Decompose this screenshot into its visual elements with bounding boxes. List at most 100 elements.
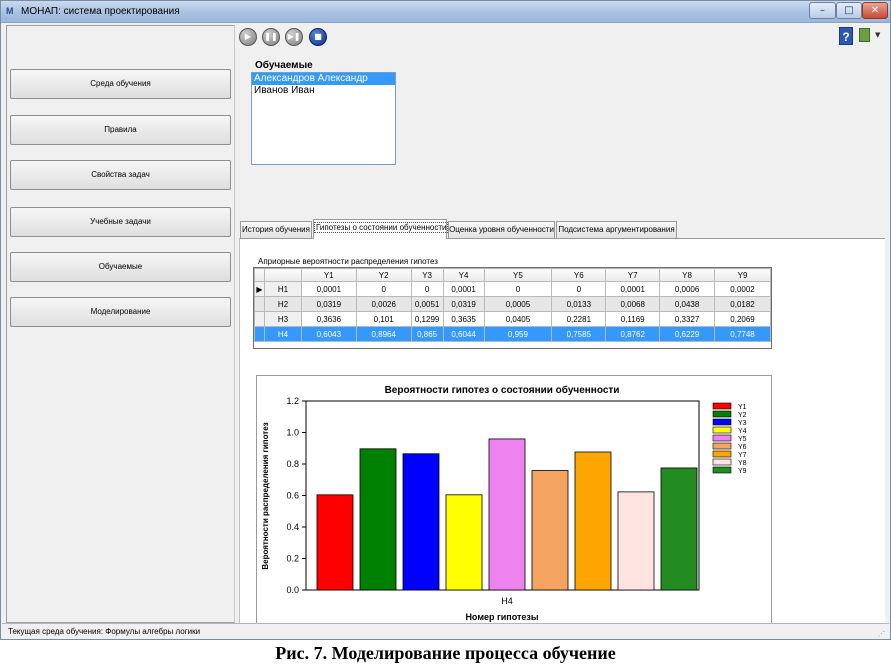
nav-learning-tasks-button[interactable]: Учебные задачи [10, 207, 231, 237]
table-row[interactable]: H3 0,3636 0,101 0,1299 0,3635 0,0405 0,2281 0,1… [254, 311, 771, 327]
legend-swatch [712, 466, 732, 474]
learners-listbox[interactable]: Александров Александр Иванов Иван [251, 72, 396, 165]
row-marker[interactable] [254, 296, 265, 312]
bar-y2 [359, 448, 397, 591]
row-marker[interactable]: ▶ [254, 281, 265, 297]
bar-y3 [402, 453, 440, 591]
nav-task-properties-button[interactable]: Свойства задач [10, 160, 231, 190]
column-header[interactable]: Y4 [442, 268, 485, 282]
tab-argumentation[interactable]: Подсистема аргументирования [556, 221, 677, 238]
row-name: H2 [263, 296, 302, 312]
table-cell[interactable]: 0,3635 [442, 311, 485, 327]
column-header[interactable]: Y2 [355, 268, 412, 282]
table-cell[interactable]: 0 [355, 281, 412, 297]
y-tick-label: 1.2 [286, 396, 299, 406]
tab-hypotheses[interactable]: Гипотезы о состоянии обученности [313, 219, 449, 239]
tab-level-assessment[interactable]: Оценка уровня обученности [448, 221, 555, 238]
maximize-button[interactable]: □ [836, 2, 862, 19]
tab-learning-history[interactable]: История обучения [240, 221, 312, 238]
column-header[interactable]: Y1 [300, 268, 357, 282]
table-cell[interactable]: 0 [483, 281, 553, 297]
document-icon[interactable] [859, 28, 870, 42]
y-tick-label: 0.2 [286, 554, 299, 564]
minimize-button[interactable]: – [809, 2, 836, 19]
table-cell[interactable]: 0,7748 [714, 326, 771, 342]
legend-swatch [712, 426, 732, 434]
legend-swatch [712, 410, 732, 418]
table-cell[interactable]: 0,8964 [355, 326, 412, 342]
table-cell[interactable]: 0,0319 [442, 296, 485, 312]
legend-swatch [712, 442, 732, 450]
table-row[interactable]: ▶ H1 0,0001 0 0 0,0001 0 0 0,0001 0,0006 0,0002 [254, 281, 771, 297]
table-cell[interactable]: 0,0005 [483, 296, 553, 312]
help-icon[interactable]: ? [839, 27, 853, 45]
table-cell[interactable]: 0,0026 [355, 296, 412, 312]
column-header[interactable]: Y6 [551, 268, 607, 282]
bar-y5 [488, 438, 526, 591]
table-cell[interactable]: 0,0001 [300, 281, 357, 297]
table-cell[interactable]: 0,0319 [300, 296, 357, 312]
table-cell[interactable]: 0,6229 [659, 326, 716, 342]
column-header[interactable]: Y8 [659, 268, 716, 282]
table-cell[interactable]: 0,865 [410, 326, 444, 342]
table-cell[interactable]: 0,0133 [551, 296, 607, 312]
resize-grip-icon[interactable]: ⋰ [878, 627, 885, 642]
window-title: МОНАП: система проектирования [21, 6, 180, 17]
nav-modeling-button[interactable]: Моделирование [10, 297, 231, 327]
bar-y4 [445, 494, 483, 591]
hypotheses-grid[interactable]: Y1 Y2 Y3 Y4 Y5 Y6 Y7 Y8 Y9 ▶ H1 0,0001 0 0 0,0001 0 0 0,… [253, 267, 772, 349]
table-cell[interactable]: 0,3636 [300, 311, 357, 327]
table-cell[interactable]: 0,6044 [442, 326, 485, 342]
learner-item[interactable]: Александров Александр [252, 73, 395, 85]
table-row[interactable]: H4 0,6043 0,8964 0,865 0,6044 0,959 0,7585 0,87… [254, 326, 771, 342]
table-cell[interactable]: 0,0001 [442, 281, 485, 297]
table-cell[interactable]: 0,0182 [714, 296, 771, 312]
legend-label: Y2 [738, 412, 747, 419]
pause-button[interactable]: ❚❚ [262, 28, 280, 46]
table-cell[interactable]: 0,3327 [659, 311, 716, 327]
navigation-panel: Среда обучения Правила Свойства задач Уч… [6, 25, 235, 623]
title-bar[interactable]: M МОНАП: система проектирования – □ ✕ [1, 1, 890, 23]
nav-rules-button[interactable]: Правила [10, 115, 231, 145]
nav-learners-button[interactable]: Обучаемые [10, 252, 231, 282]
bar-y6 [531, 470, 569, 591]
table-cell[interactable]: 0,101 [355, 311, 412, 327]
table-cell[interactable]: 0 [551, 281, 607, 297]
table-cell[interactable]: 0,0068 [605, 296, 661, 312]
table-cell[interactable]: 0,0438 [659, 296, 716, 312]
table-cell[interactable]: 0,0001 [605, 281, 661, 297]
nav-learning-environment-button[interactable]: Среда обучения [10, 69, 231, 99]
table-cell[interactable]: 0,0006 [659, 281, 716, 297]
table-cell[interactable]: 0,1169 [605, 311, 661, 327]
table-cell[interactable]: 0,2281 [551, 311, 607, 327]
table-cell[interactable]: 0,1299 [410, 311, 444, 327]
step-button[interactable]: ▶❚ [285, 28, 303, 46]
stop-button[interactable]: ■ [309, 28, 327, 46]
legend-label: Y7 [738, 452, 747, 459]
column-header[interactable]: Y5 [483, 268, 553, 282]
close-button[interactable]: ✕ [862, 2, 888, 19]
play-button[interactable]: ▶ [239, 28, 257, 46]
learner-item[interactable]: Иванов Иван [252, 85, 395, 97]
column-header[interactable]: Y7 [605, 268, 661, 282]
table-row[interactable]: H2 0,0319 0,0026 0,0051 0,0319 0,0005 0,0133 0,… [254, 296, 771, 312]
chart-title: Вероятности гипотез о состоянии обученно… [385, 384, 620, 396]
column-header[interactable]: Y9 [714, 268, 771, 282]
table-cell[interactable]: 0,959 [483, 326, 553, 342]
row-marker[interactable] [254, 326, 265, 342]
table-cell[interactable]: 0,0002 [714, 281, 771, 297]
table-cell[interactable]: 0,0051 [410, 296, 444, 312]
chevron-down-icon[interactable]: ▼ [875, 31, 880, 39]
tab-panel: Априорные вероятности распределения гипо… [239, 238, 885, 625]
legend-swatch [712, 418, 732, 426]
table-cell[interactable]: 0,0405 [483, 311, 553, 327]
legend-swatch [712, 434, 732, 442]
table-cell[interactable]: 0,2069 [714, 311, 771, 327]
column-header[interactable]: Y3 [410, 268, 444, 282]
table-cell[interactable]: 0,8762 [605, 326, 661, 342]
table-cell[interactable]: 0,6043 [300, 326, 357, 342]
table-cell[interactable]: 0,7585 [551, 326, 607, 342]
table-cell[interactable]: 0 [410, 281, 444, 297]
y-tick-label: 0.0 [286, 585, 299, 595]
row-marker[interactable] [254, 311, 265, 327]
